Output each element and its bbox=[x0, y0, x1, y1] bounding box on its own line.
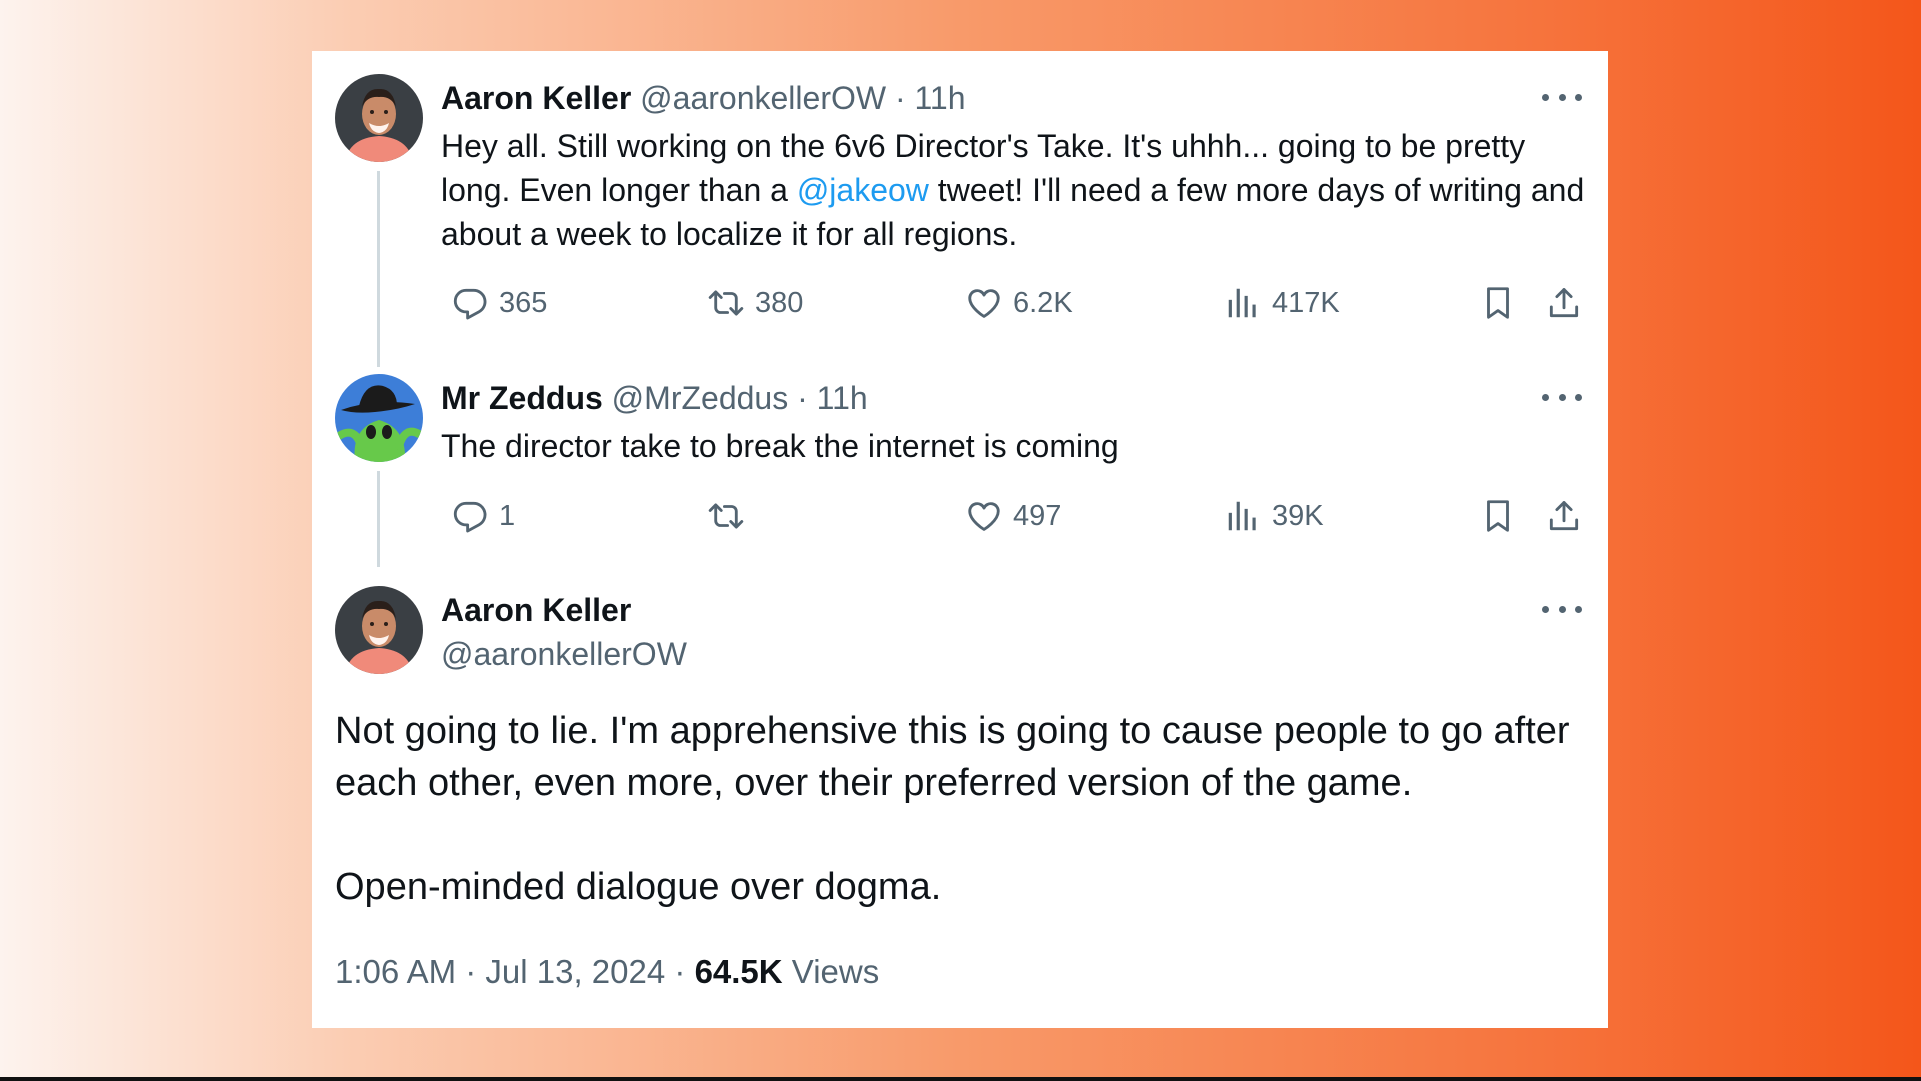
tweet-header: Aaron Keller @aaronkellerOW · 11h bbox=[441, 80, 966, 117]
dot-separator: · bbox=[894, 80, 906, 116]
repost-icon bbox=[707, 497, 745, 535]
reply-icon bbox=[451, 284, 489, 322]
tweet-thread-card: Aaron Keller @aaronkellerOW · 11h Hey al… bbox=[312, 51, 1608, 1028]
bookmark-icon bbox=[1479, 497, 1517, 535]
avatar-mr-zeddus[interactable] bbox=[335, 374, 423, 462]
thread-tweet-2[interactable]: Mr Zeddus @MrZeddus · 11h The director t… bbox=[312, 351, 1608, 567]
reply-count: 365 bbox=[499, 286, 548, 319]
dot-separator: · bbox=[674, 953, 695, 990]
thread-connector bbox=[377, 471, 380, 567]
views-total: 64.5K bbox=[694, 953, 783, 990]
views-icon bbox=[1224, 497, 1262, 535]
tweet-actions: 1 497 39K bbox=[441, 494, 1591, 538]
avatar-aaron-keller[interactable] bbox=[335, 586, 423, 674]
views-label: Views bbox=[791, 953, 880, 990]
repost-button[interactable]: 380 bbox=[707, 281, 803, 325]
tweet-text: The director take to break the internet … bbox=[441, 428, 1119, 464]
bookmark-icon bbox=[1479, 284, 1517, 322]
reply-count: 1 bbox=[499, 499, 516, 532]
views-icon bbox=[1224, 284, 1262, 322]
tweet-text: Hey all. Still working on the 6v6 Direct… bbox=[441, 124, 1591, 256]
mention-link[interactable]: @jakeow bbox=[797, 172, 929, 208]
author-name[interactable]: Aaron Keller bbox=[441, 80, 631, 116]
like-button[interactable]: 6.2K bbox=[965, 281, 1073, 325]
like-icon bbox=[965, 497, 1003, 535]
views-button[interactable]: 417K bbox=[1224, 281, 1340, 325]
more-icon[interactable] bbox=[1542, 387, 1582, 407]
share-icon bbox=[1545, 497, 1583, 535]
avatar-aaron-keller[interactable] bbox=[335, 74, 423, 162]
tweet-time[interactable]: 11h bbox=[817, 380, 868, 416]
thread-tweet-1[interactable]: Aaron Keller @aaronkellerOW · 11h Hey al… bbox=[312, 51, 1608, 367]
repost-count: 380 bbox=[755, 286, 804, 319]
like-icon bbox=[965, 284, 1003, 322]
share-icon bbox=[1545, 284, 1583, 322]
like-count: 6.2K bbox=[1013, 286, 1073, 319]
bookmark-button[interactable] bbox=[1479, 494, 1517, 538]
like-count: 497 bbox=[1013, 499, 1062, 532]
bookmark-button[interactable] bbox=[1479, 281, 1517, 325]
tweet-time[interactable]: 11h bbox=[915, 80, 966, 116]
reply-icon bbox=[451, 497, 489, 535]
bottom-band bbox=[0, 1077, 1921, 1081]
tweet-actions: 365 380 6.2K 417K bbox=[441, 281, 1591, 325]
author-handle[interactable]: @MrZeddus bbox=[612, 380, 789, 416]
reply-button[interactable]: 365 bbox=[451, 281, 547, 325]
share-button[interactable] bbox=[1545, 281, 1583, 325]
author-handle[interactable]: @aaronkellerOW bbox=[640, 80, 886, 116]
author-name[interactable]: Aaron Keller bbox=[441, 592, 631, 628]
share-button[interactable] bbox=[1545, 494, 1583, 538]
main-tweet-line-2: each other, even more, over their prefer… bbox=[335, 762, 1413, 804]
reply-button[interactable]: 1 bbox=[451, 494, 515, 538]
like-button[interactable]: 497 bbox=[965, 494, 1061, 538]
views-count: 417K bbox=[1272, 286, 1340, 319]
avatar-image bbox=[335, 586, 423, 674]
avatar-image bbox=[335, 74, 423, 162]
author-name[interactable]: Mr Zeddus bbox=[441, 380, 603, 416]
more-icon[interactable] bbox=[1542, 87, 1582, 107]
repost-icon bbox=[707, 284, 745, 322]
dot-separator: · bbox=[797, 380, 808, 416]
avatar-image bbox=[335, 374, 423, 462]
views-count: 39K bbox=[1272, 499, 1324, 532]
main-author-name-line: Aaron Keller bbox=[441, 592, 631, 629]
author-handle[interactable]: @aaronkellerOW bbox=[441, 636, 687, 672]
main-tweet-line-1: Not going to lie. I'm apprehensive this … bbox=[335, 710, 1570, 752]
tweet-header: Mr Zeddus @MrZeddus · 11h bbox=[441, 380, 868, 417]
views-button[interactable]: 39K bbox=[1224, 494, 1324, 538]
repost-button[interactable] bbox=[707, 494, 745, 538]
main-author-handle-line: @aaronkellerOW bbox=[441, 636, 687, 673]
main-tweet-paragraph-2: Open-minded dialogue over dogma. bbox=[335, 866, 942, 908]
more-icon[interactable] bbox=[1542, 599, 1582, 619]
tweet-timestamp[interactable]: 1:06 AM · Jul 13, 2024 bbox=[335, 953, 665, 990]
thread-connector bbox=[377, 171, 380, 367]
tweet-meta: 1:06 AM · Jul 13, 2024 · 64.5K Views bbox=[335, 953, 879, 991]
